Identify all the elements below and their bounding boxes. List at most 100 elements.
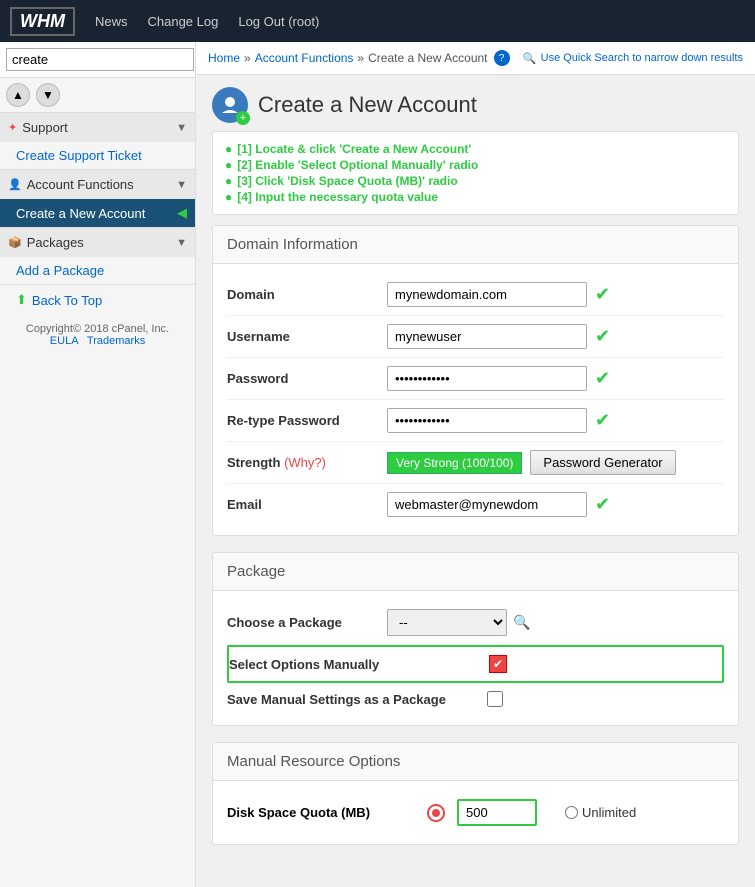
domain-section-title: Domain Information — [213, 226, 738, 264]
trademarks-link[interactable]: Trademarks — [87, 335, 145, 347]
search-package-icon[interactable]: 🔍 — [513, 614, 530, 631]
strength-badge: Very Strong (100/100) — [387, 452, 522, 474]
password-check-icon: ✔ — [595, 368, 610, 389]
support-icon: ✦ — [8, 121, 17, 134]
sidebar-item-create-ticket[interactable]: Create Support Ticket — [0, 142, 195, 169]
disk-quota-radio-option — [427, 799, 545, 826]
manual-resource-title: Manual Resource Options — [213, 743, 738, 781]
support-chevron: ▼ — [176, 122, 187, 134]
domain-label: Domain — [227, 287, 387, 302]
whm-logo: WHM — [10, 7, 75, 36]
manual-resource-content: Disk Space Quota (MB) Unlimited — [213, 781, 738, 844]
callout-item-4: [4] Input the necessary quota value — [225, 190, 726, 204]
packages-section: 📦 Packages ▼ Add a Package — [0, 228, 195, 285]
strength-label: Strength (Why?) — [227, 455, 387, 470]
domain-input[interactable] — [387, 282, 587, 307]
domain-section: Domain Information Domain ✔ Username ✔ — [212, 225, 739, 536]
domain-check-icon: ✔ — [595, 284, 610, 305]
nav-logout[interactable]: Log Out (root) — [238, 14, 319, 29]
breadcrumb-help-icon[interactable]: ? — [494, 50, 510, 66]
packages-chevron: ▼ — [176, 237, 187, 249]
layout: ▶ ☰ ▲ ▼ ✦ Support ▼ Create Support Ticke… — [0, 42, 755, 887]
password-field: ✔ — [387, 366, 724, 391]
packages-label: Packages — [27, 235, 84, 250]
nav-changelog[interactable]: Change Log — [148, 14, 219, 29]
save-manual-label: Save Manual Settings as a Package — [227, 692, 487, 707]
retype-field: ✔ — [387, 408, 724, 433]
username-check-icon: ✔ — [595, 326, 610, 347]
package-select[interactable]: -- — [387, 609, 507, 636]
email-check-icon: ✔ — [595, 494, 610, 515]
email-row: Email ✔ — [227, 484, 724, 525]
disk-quota-radio[interactable] — [427, 804, 445, 822]
sidebar-item-add-package[interactable]: Add a Package — [0, 257, 195, 284]
unlimited-option: Unlimited — [565, 805, 636, 820]
support-section: ✦ Support ▼ Create Support Ticket — [0, 113, 195, 170]
packages-icon: 📦 — [8, 236, 22, 249]
save-manual-field — [487, 691, 724, 707]
account-functions-section: 👤 Account Functions ▼ Create a New Accou… — [0, 170, 195, 228]
username-field: ✔ — [387, 324, 724, 349]
unlimited-label: Unlimited — [582, 805, 636, 820]
domain-section-content: Domain ✔ Username ✔ Password — [213, 264, 738, 535]
disk-quota-row: Disk Space Quota (MB) Unlimited — [227, 791, 724, 834]
username-label: Username — [227, 329, 387, 344]
package-section: Package Choose a Package -- 🔍 Select Opt… — [212, 552, 739, 726]
strength-row: Strength (Why?) Very Strong (100/100) Pa… — [227, 442, 724, 484]
email-field: ✔ — [387, 492, 724, 517]
select-options-manually-row: Select Options Manually ✔ — [227, 645, 724, 683]
package-section-title: Package — [213, 553, 738, 591]
retype-check-icon: ✔ — [595, 410, 610, 431]
nav-back-button[interactable]: ▲ — [6, 83, 30, 107]
nav-arrows: ▲ ▼ — [0, 78, 195, 113]
breadcrumb-account-functions[interactable]: Account Functions — [255, 51, 354, 65]
account-functions-label: Account Functions — [27, 177, 134, 192]
search-input[interactable] — [6, 48, 194, 71]
disk-quota-input[interactable] — [457, 799, 537, 826]
username-row: Username ✔ — [227, 316, 724, 358]
save-manual-checkbox[interactable] — [487, 691, 503, 707]
password-generator-button[interactable]: Password Generator — [530, 450, 675, 475]
back-to-top[interactable]: ⬆ Back To Top — [0, 285, 195, 315]
callout-item-3: [3] Click 'Disk Space Quota (MB)' radio — [225, 174, 726, 188]
package-section-content: Choose a Package -- 🔍 Select Options Man… — [213, 591, 738, 725]
password-input[interactable] — [387, 366, 587, 391]
quick-search-note: Use Quick Search to narrow down results — [523, 52, 743, 65]
create-account-icon — [212, 87, 248, 123]
retype-label: Re-type Password — [227, 413, 387, 428]
choose-package-label: Choose a Package — [227, 615, 387, 630]
select-options-label: Select Options Manually — [229, 657, 489, 672]
sidebar: ▶ ☰ ▲ ▼ ✦ Support ▼ Create Support Ticke… — [0, 42, 196, 887]
unlimited-radio[interactable] — [565, 806, 578, 819]
account-functions-header[interactable]: 👤 Account Functions ▼ — [0, 170, 195, 199]
sidebar-item-create-account[interactable]: Create a New Account — [0, 199, 195, 227]
manual-resource-section: Manual Resource Options Disk Space Quota… — [212, 742, 739, 845]
packages-header[interactable]: 📦 Packages ▼ — [0, 228, 195, 257]
callout-item-1: [1] Locate & click 'Create a New Account… — [225, 142, 726, 156]
support-header[interactable]: ✦ Support ▼ — [0, 113, 195, 142]
password-row: Password ✔ — [227, 358, 724, 400]
select-options-checkbox[interactable]: ✔ — [489, 655, 507, 673]
retype-input[interactable] — [387, 408, 587, 433]
choose-package-field: -- 🔍 — [387, 609, 724, 636]
nav-news[interactable]: News — [95, 14, 128, 29]
back-to-top-label: Back To Top — [32, 293, 102, 308]
breadcrumb-home[interactable]: Home — [208, 51, 240, 65]
nav-forward-button[interactable]: ▼ — [36, 83, 60, 107]
top-nav: WHM News Change Log Log Out (root) — [0, 0, 755, 42]
breadcrumb-current: Create a New Account — [368, 51, 487, 65]
support-label: Support — [22, 120, 68, 135]
choose-package-row: Choose a Package -- 🔍 — [227, 601, 724, 645]
callout-box: [1] Locate & click 'Create a New Account… — [212, 131, 739, 215]
retype-password-row: Re-type Password ✔ — [227, 400, 724, 442]
email-label: Email — [227, 497, 387, 512]
why-link[interactable]: (Why?) — [284, 455, 326, 470]
page-title-bar: Create a New Account — [196, 75, 755, 131]
callout-item-2: [2] Enable 'Select Optional Manually' ra… — [225, 158, 726, 172]
email-input[interactable] — [387, 492, 587, 517]
account-chevron: ▼ — [176, 179, 187, 191]
username-input[interactable] — [387, 324, 587, 349]
domain-field: ✔ — [387, 282, 724, 307]
eula-link[interactable]: EULA — [50, 335, 78, 347]
domain-row: Domain ✔ — [227, 274, 724, 316]
